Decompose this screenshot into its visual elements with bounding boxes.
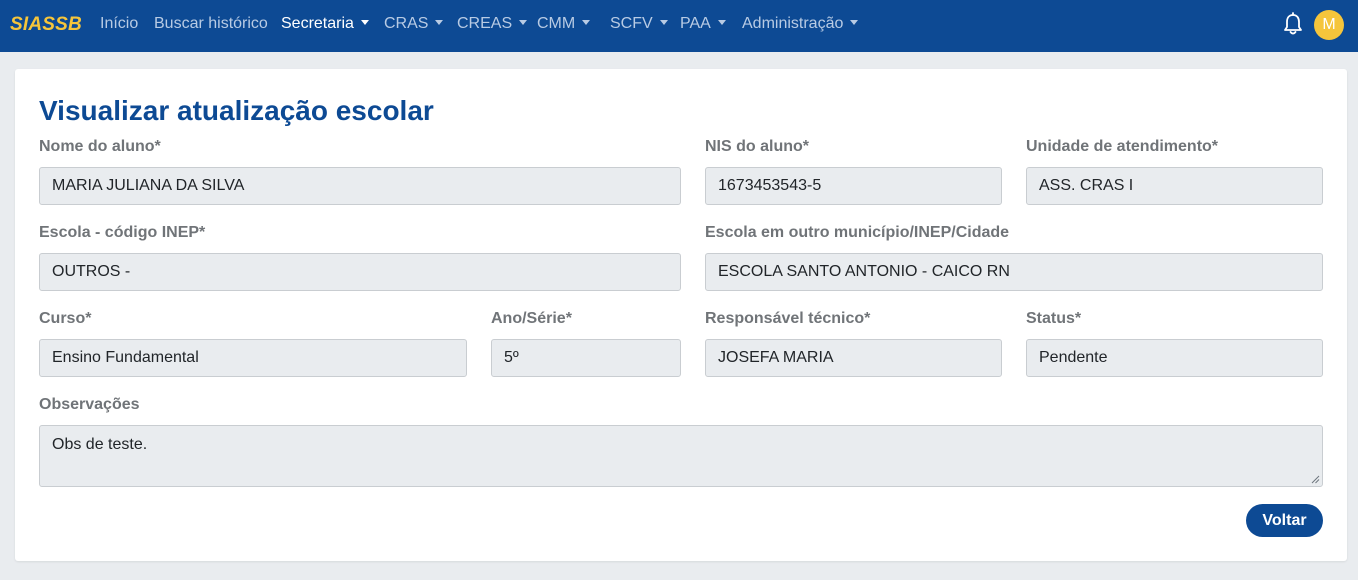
bell-icon[interactable]: [1283, 12, 1303, 36]
nav-item-label: Secretaria: [281, 15, 354, 32]
nav-item-scfv[interactable]: SCFV: [610, 15, 668, 33]
nav-item-label: CRAS: [384, 15, 429, 32]
nav-item-label: Início: [100, 15, 139, 32]
nav-item-label: SCFV: [610, 15, 653, 32]
nav-item-label: CREAS: [457, 15, 513, 32]
caret-down-icon: [659, 20, 668, 25]
escola-outro-field[interactable]: ESCOLA SANTO ANTONIO - CAICO RN: [705, 253, 1323, 291]
nav-item-creas[interactable]: CREAS: [457, 15, 528, 33]
user-avatar[interactable]: M: [1314, 10, 1344, 40]
responsavel-field[interactable]: JOSEFA MARIA: [705, 339, 1002, 377]
observacoes-textarea[interactable]: Obs de teste.: [39, 425, 1323, 487]
nav-item-administracao[interactable]: Administração: [742, 15, 859, 33]
nav-item-label: Buscar histórico: [154, 15, 268, 32]
nome-aluno-label: Nome do aluno*: [39, 138, 161, 155]
status-field[interactable]: Pendente: [1026, 339, 1323, 377]
top-navbar: SIASSB Início Buscar histórico Secretari…: [0, 0, 1358, 52]
observacoes-text: Obs de teste.: [52, 436, 148, 453]
caret-down-icon: [582, 20, 591, 25]
voltar-button[interactable]: Voltar: [1246, 504, 1323, 537]
page-title: Visualizar atualização escolar: [39, 95, 434, 126]
resize-grip-icon[interactable]: [1311, 475, 1320, 484]
content-card: Visualizar atualização escolar Nome do a…: [15, 69, 1347, 561]
ano-serie-label: Ano/Série*: [491, 310, 572, 327]
nav-item-cmm[interactable]: CMM: [537, 15, 591, 33]
observacoes-label: Observações: [39, 396, 140, 413]
escola-outro-label: Escola em outro município/INEP/Cidade: [705, 224, 1010, 241]
nav-item-paa[interactable]: PAA: [680, 15, 726, 33]
caret-down-icon: [435, 20, 444, 25]
caret-down-icon: [717, 20, 726, 25]
nav-item-label: CMM: [537, 15, 576, 32]
nav-item-inicio[interactable]: Início: [100, 15, 138, 33]
escola-inep-label: Escola - código INEP*: [39, 224, 206, 241]
unidade-label: Unidade de atendimento*: [1026, 138, 1219, 155]
caret-down-icon: [360, 20, 369, 25]
curso-label: Curso*: [39, 310, 92, 327]
caret-down-icon: [850, 20, 859, 25]
ano-serie-field[interactable]: 5º: [491, 339, 681, 377]
nav-item-label: Administração: [742, 15, 844, 32]
escola-inep-field[interactable]: OUTROS -: [39, 253, 681, 291]
responsavel-label: Responsável técnico*: [705, 310, 871, 327]
nav-item-buscar-historico[interactable]: Buscar histórico: [154, 15, 268, 33]
nav-item-secretaria[interactable]: Secretaria: [281, 15, 369, 33]
brand-logo[interactable]: SIASSB: [10, 14, 82, 36]
unidade-field[interactable]: ASS. CRAS I: [1026, 167, 1323, 205]
nome-aluno-field[interactable]: MARIA JULIANA DA SILVA: [39, 167, 681, 205]
caret-down-icon: [519, 20, 528, 25]
nav-item-label: PAA: [680, 15, 711, 32]
nis-aluno-label: NIS do aluno*: [705, 138, 809, 155]
curso-field[interactable]: Ensino Fundamental: [39, 339, 467, 377]
nis-aluno-field[interactable]: 1673453543-5: [705, 167, 1002, 205]
nav-item-cras[interactable]: CRAS: [384, 15, 444, 33]
status-label: Status*: [1026, 310, 1082, 327]
